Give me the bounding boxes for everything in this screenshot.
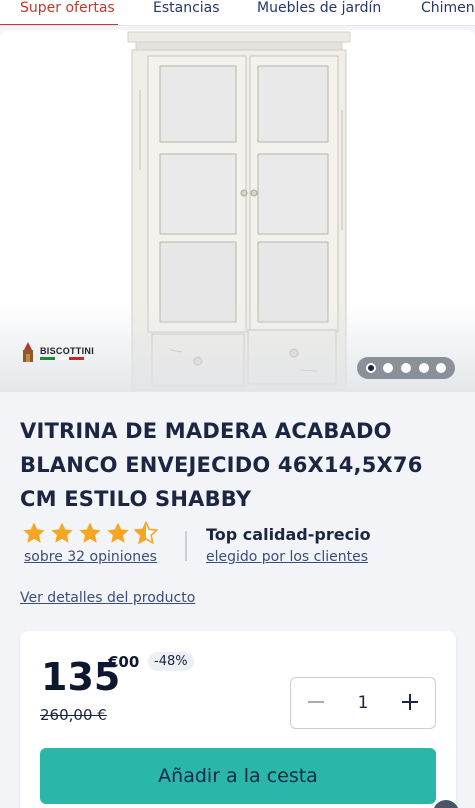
reviews-link[interactable]: sobre 32 opiniones <box>24 549 157 565</box>
rating-divider <box>185 531 187 561</box>
price-decimal: €00 <box>108 653 140 671</box>
brand-name: BISCOTTINI <box>40 346 94 356</box>
plus-icon-glyph <box>401 694 418 710</box>
star-full-icon <box>23 522 45 543</box>
nav-item-super-ofertas[interactable]: Super ofertas <box>20 0 115 17</box>
minus-icon[interactable] <box>305 692 327 714</box>
gallery-dot-4[interactable] <box>418 363 429 373</box>
nav-item-estancias[interactable]: Estancias <box>153 0 220 17</box>
price-card: 135 €00 -48% 260,00 € 1 Añadir a la cest… <box>20 631 456 808</box>
minus-icon-glyph <box>308 701 324 703</box>
star-full-icon <box>107 522 129 543</box>
star-full-icon <box>51 522 73 543</box>
quality-badge-link[interactable]: elegido por los clientes <box>206 549 368 565</box>
category-nav: Super ofertas Estancias Muebles de jardí… <box>0 0 475 26</box>
old-price: 260,00 € <box>40 706 107 724</box>
product-details-link[interactable]: Ver detalles del producto <box>20 590 195 606</box>
gallery-dot-3[interactable] <box>400 363 411 373</box>
brand-logo: BISCOTTINI <box>20 342 94 364</box>
product-image-gallery[interactable] <box>0 30 475 392</box>
add-to-cart-button[interactable]: Añadir a la cesta <box>40 748 436 804</box>
italian-flag-stripe <box>40 357 85 360</box>
product-title-line: VITRINA DE MADERA ACABADO <box>20 419 392 443</box>
product-title: VITRINA DE MADERA ACABADO BLANCO ENVEJEC… <box>20 414 460 516</box>
product-title-line: CM ESTILO SHABBY <box>20 487 252 511</box>
rating-stars[interactable] <box>22 521 158 545</box>
quantity-stepper: 1 <box>290 677 436 729</box>
star-full-icon <box>79 522 101 543</box>
nav-item-muebles-de-jardin[interactable]: Muebles de jardín <box>257 0 381 17</box>
nav-item-chimeneas[interactable]: Chimen <box>421 0 475 17</box>
discount-badge: -48% <box>148 652 194 671</box>
quality-badge-title: Top calidad-precio <box>206 525 371 544</box>
nav-active-indicator <box>0 24 118 25</box>
gallery-dot-1[interactable] <box>365 363 376 373</box>
gallery-pagination <box>357 357 455 379</box>
product-title-line: BLANCO ENVEJECIDO 46X14,5X76 <box>20 453 423 477</box>
star-half-icon <box>134 521 158 545</box>
gallery-dot-2[interactable] <box>383 363 394 373</box>
gallery-dot-5[interactable] <box>436 363 447 373</box>
plus-icon[interactable] <box>399 692 421 714</box>
quantity-value[interactable]: 1 <box>358 693 369 713</box>
brand-tower-icon <box>23 342 33 362</box>
